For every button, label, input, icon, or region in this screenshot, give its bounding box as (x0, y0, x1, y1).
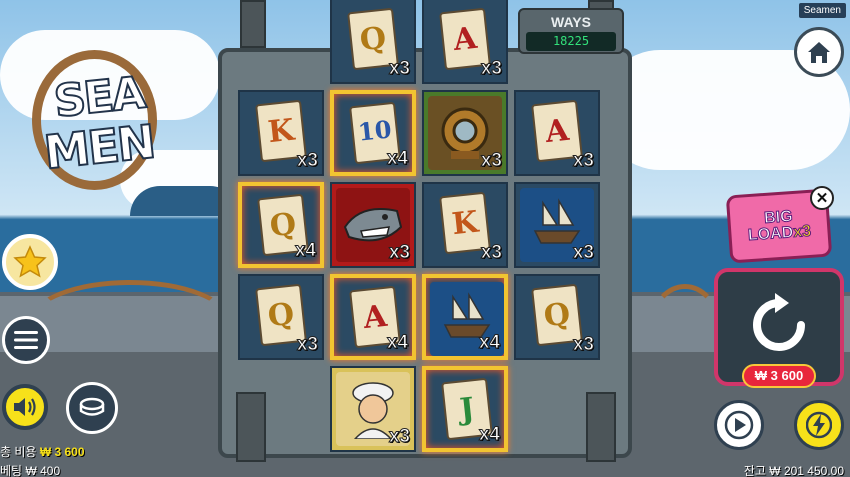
multiplier: x3 (572, 150, 594, 172)
multiplier: x3 (296, 150, 318, 172)
multiplier: x4 (386, 148, 408, 170)
rope (650, 284, 720, 364)
big-load-mult: x3 (792, 222, 812, 242)
reel-grid: Q x3 A x3 K x3 10 x4 x3 A x3 Q x4 x3 K x… (238, 0, 610, 458)
game-title-tag: Seamen (798, 3, 846, 18)
bet-value: ₩ 400 (25, 464, 61, 477)
lightning-icon (806, 411, 832, 439)
menu-button[interactable] (2, 316, 50, 364)
card-letter: K (450, 204, 480, 243)
total-cost-label: 총 비용 (0, 445, 37, 459)
coin-icon (79, 397, 105, 416)
multiplier: x3 (388, 242, 410, 264)
reel-cell: x3 (422, 90, 508, 176)
home-icon (808, 42, 830, 63)
reel-cell: A x3 (514, 90, 600, 176)
balance: 잔고 ₩ 201 450.00 (744, 462, 844, 477)
ways-value: 18225 (526, 32, 616, 51)
ways-label: WAYS (551, 14, 591, 30)
reel-cell-winning: 10 x4 (330, 90, 416, 176)
card-letter: K (266, 112, 296, 151)
multiplier: x3 (572, 242, 594, 264)
close-feature-button[interactable]: ✕ (810, 186, 834, 210)
card-letter: Q (266, 296, 296, 335)
total-cost: 총 비용 ₩ 3 600 (0, 443, 85, 460)
reel-cell-winning: J x4 (422, 366, 508, 452)
reel-cell: x3 (330, 366, 416, 452)
bet-amount: 베팅 ₩ 400 (0, 462, 60, 477)
play-icon (724, 410, 754, 440)
reel-cell: x3 (330, 182, 416, 268)
reel-cell: Q x3 (514, 274, 600, 360)
bet-button[interactable] (66, 382, 118, 434)
card-letter: A (451, 20, 479, 59)
multiplier: x4 (478, 424, 500, 446)
spin-button[interactable] (740, 286, 818, 364)
star-icon (13, 245, 47, 278)
reel-cell: K x3 (238, 90, 324, 176)
turbo-button[interactable] (794, 400, 844, 450)
reel-cell: Q x3 (238, 274, 324, 360)
multiplier: x4 (386, 332, 408, 354)
reel-cell-winning: Q x4 (238, 182, 324, 268)
bet-label: 베팅 (0, 464, 23, 477)
close-icon: ✕ (815, 190, 829, 207)
total-cost-value: ₩ 3 600 (39, 445, 85, 459)
card-letter: A (543, 112, 571, 151)
multiplier: x3 (572, 334, 594, 356)
card-letter: Q (542, 296, 572, 335)
multiplier: x3 (480, 58, 502, 80)
multiplier: x4 (478, 332, 500, 354)
multiplier: x3 (388, 58, 410, 80)
big-load-line-2: LOAD (747, 224, 794, 245)
reel-cell: K x3 (422, 182, 508, 268)
sound-button[interactable] (2, 384, 48, 430)
spin-icon (753, 293, 805, 351)
card-letter: 10 (356, 114, 393, 147)
game-logo: SEA MEN (22, 50, 172, 190)
reel-cell-winning: A x4 (330, 274, 416, 360)
rope (30, 280, 230, 360)
multiplier: x3 (480, 242, 502, 264)
big-load-label: BIG LOADx3 (746, 208, 812, 245)
reel-cell: Q x3 (330, 0, 416, 84)
multiplier: x4 (294, 240, 316, 262)
balance-value: ₩ 201 450.00 (769, 464, 844, 477)
sound-icon (14, 398, 36, 416)
reel-cell-winning: x4 (422, 274, 508, 360)
reel-cell: x3 (514, 182, 600, 268)
multiplier: x3 (480, 150, 502, 172)
menu-icon (14, 331, 38, 349)
reel-cell: A x3 (422, 0, 508, 84)
multiplier: x3 (296, 334, 318, 356)
spin-cost: ₩ 3 600 (742, 364, 816, 388)
autoplay-button[interactable] (714, 400, 764, 450)
favorites-button[interactable] (2, 234, 58, 290)
multiplier: x3 (388, 426, 410, 448)
ways-counter: WAYS 18225 (518, 8, 624, 54)
home-button[interactable] (794, 27, 844, 77)
balance-label: 잔고 (743, 464, 766, 477)
card-letter: Q (358, 20, 388, 59)
